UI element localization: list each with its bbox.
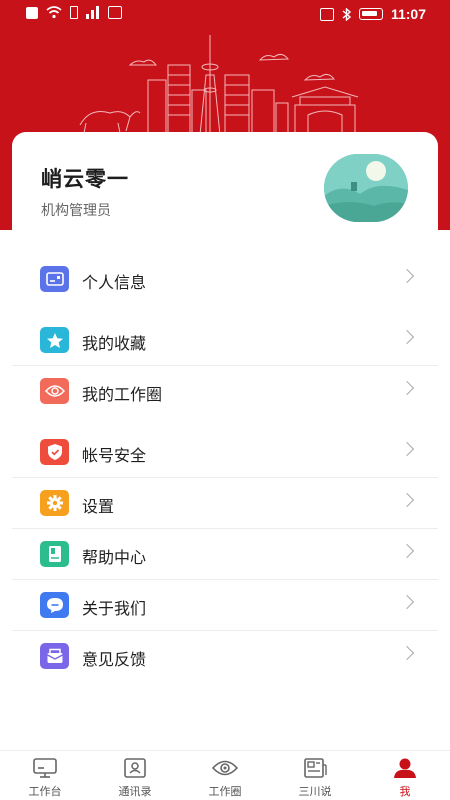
chevron-right-icon [399,543,415,559]
status-right-icons: 11:07 [319,6,426,22]
chevron-right-icon [399,645,415,661]
chevron-right-icon [399,492,415,508]
profile-section[interactable]: 峭云零一 机构管理员 [12,132,438,242]
chevron-right-icon [399,441,415,457]
status-bar: 11:07 [0,0,450,28]
menu-item-help-center[interactable]: 帮助中心 [12,529,438,580]
menu-item-about-us[interactable]: 关于我们 [12,580,438,631]
tab-sanchuan-talk[interactable]: 三川说 [270,751,360,800]
menu-item-label: 我的工作圈 [82,385,163,404]
menu-item-account-security[interactable]: 帐号安全 [12,427,438,478]
city-skyline-illustration [60,35,400,136]
menu-item-personal-info[interactable]: 个人信息 [12,254,438,305]
id-card-icon [40,266,69,292]
chevron-right-icon [399,329,415,345]
mail-box-icon [40,643,69,669]
tab-contacts[interactable]: 通讯录 [90,751,180,800]
eye-icon [40,378,69,404]
help-book-icon [40,541,69,567]
menu-gap [12,305,438,315]
newspaper-icon [304,758,327,778]
menu-item-label: 意见反馈 [82,650,147,669]
menu-item-label: 设置 [82,497,115,516]
menu-item-label: 个人信息 [82,273,147,292]
menu-item-favorites[interactable]: 我的收藏 [12,315,438,366]
wifi-icon [46,6,62,19]
vpn-icon [108,6,122,19]
bottom-tab-bar: 工作台 通讯录 工作圈 三川说 我 [0,750,450,800]
tab-label: 我 [399,785,411,798]
avatar[interactable] [324,154,408,222]
person-icon [394,758,416,778]
tab-me[interactable]: 我 [360,751,450,800]
battery-icon [358,8,383,20]
tab-label: 三川说 [298,785,332,798]
tab-workbench[interactable]: 工作台 [0,751,90,800]
contacts-icon [124,758,146,778]
avatar-landscape-icon [324,154,408,222]
bluetooth-icon [342,7,351,21]
profile-card: 峭云零一 机构管理员 个人信息 我的收藏 我的工作圈 帐号安全 设置 帮助中心 … [12,132,438,752]
tab-label: 通讯录 [118,785,152,798]
user-name: 峭云零一 [41,167,129,191]
menu-item-feedback[interactable]: 意见反馈 [12,631,438,682]
menu-gap [12,417,438,427]
status-left-icons [26,6,122,19]
alert-icon [26,6,38,19]
chevron-right-icon [399,268,415,284]
status-time: 11:07 [390,6,426,22]
eye-icon [212,760,238,776]
menu-item-label: 我的收藏 [82,334,147,353]
sim-icon [70,6,78,19]
tab-label: 工作台 [28,785,62,798]
chevron-right-icon [399,594,415,610]
shield-icon [40,439,69,465]
settings-menu: 个人信息 我的收藏 我的工作圈 帐号安全 设置 帮助中心 关于我们 意见反馈 [12,254,438,682]
star-icon [40,327,69,353]
tab-work-circle[interactable]: 工作圈 [180,751,270,800]
tab-label: 工作圈 [208,785,242,798]
chat-bubble-icon [40,592,69,618]
signal-icon [86,6,99,19]
chevron-right-icon [399,380,415,396]
menu-item-work-circle[interactable]: 我的工作圈 [12,366,438,417]
nfc-icon [319,7,334,21]
user-role: 机构管理员 [41,203,111,219]
menu-item-settings[interactable]: 设置 [12,478,438,529]
menu-item-label: 帐号安全 [82,446,147,465]
menu-item-label: 关于我们 [82,599,147,618]
gear-icon [40,490,69,516]
menu-item-label: 帮助中心 [82,548,147,567]
monitor-icon [33,758,57,778]
